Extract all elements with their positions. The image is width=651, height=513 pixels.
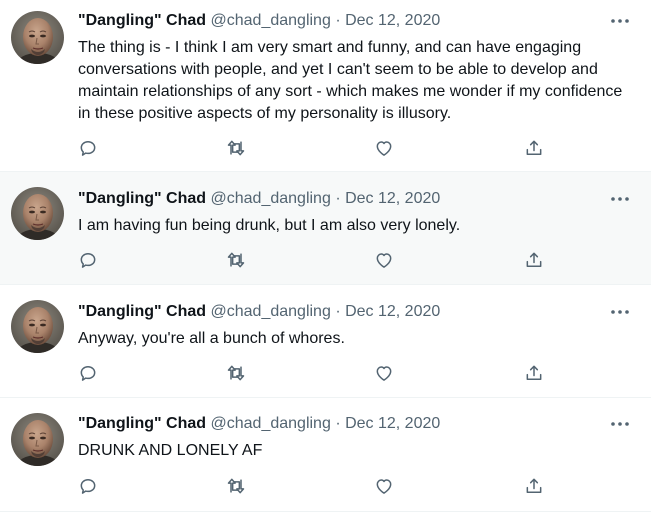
user-handle[interactable]: @chad_dangling bbox=[211, 415, 331, 432]
like-icon[interactable] bbox=[374, 250, 396, 272]
tweet-actions bbox=[78, 138, 548, 160]
user-handle[interactable]: @chad_dangling bbox=[211, 190, 331, 207]
reply-icon[interactable] bbox=[78, 250, 100, 272]
tweet-date[interactable]: Dec 12, 2020 bbox=[345, 12, 440, 29]
tweet-card[interactable]: "Dangling" Chad @chad_dangling · Dec 12,… bbox=[0, 398, 651, 512]
separator-dot: · bbox=[335, 12, 341, 29]
tweet-header: "Dangling" Chad @chad_dangling · Dec 12,… bbox=[78, 189, 440, 209]
display-name[interactable]: "Dangling" Chad bbox=[78, 415, 206, 432]
user-handle[interactable]: @chad_dangling bbox=[211, 12, 331, 29]
retweet-icon[interactable] bbox=[226, 138, 248, 160]
separator-dot: · bbox=[335, 303, 341, 320]
display-name[interactable]: "Dangling" Chad bbox=[78, 12, 206, 29]
tweet-text: The thing is - I think I am very smart a… bbox=[78, 39, 623, 122]
separator-dot: · bbox=[335, 415, 341, 432]
share-icon[interactable] bbox=[524, 138, 546, 160]
display-name[interactable]: "Dangling" Chad bbox=[78, 190, 206, 207]
tweet-header: "Dangling" Chad @chad_dangling · Dec 12,… bbox=[78, 414, 440, 434]
tweet-text: DRUNK AND LONELY AF bbox=[78, 442, 263, 459]
like-icon[interactable] bbox=[374, 476, 396, 498]
reply-icon[interactable] bbox=[78, 476, 100, 498]
like-icon[interactable] bbox=[374, 138, 396, 160]
retweet-icon[interactable] bbox=[226, 250, 248, 272]
avatar[interactable] bbox=[11, 11, 64, 64]
tweet-card[interactable]: "Dangling" Chad @chad_dangling · Dec 12,… bbox=[0, 172, 651, 285]
user-handle[interactable]: @chad_dangling bbox=[211, 303, 331, 320]
timeline-feed: "Dangling" Chad @chad_dangling · Dec 12,… bbox=[0, 0, 651, 512]
tweet-actions bbox=[78, 250, 548, 272]
tweet-text: Anyway, you're all a bunch of whores. bbox=[78, 330, 345, 347]
tweet-date[interactable]: Dec 12, 2020 bbox=[345, 190, 440, 207]
retweet-icon[interactable] bbox=[226, 476, 248, 498]
share-icon[interactable] bbox=[524, 476, 546, 498]
avatar[interactable] bbox=[11, 413, 64, 466]
tweet-text: I am having fun being drunk, but I am al… bbox=[78, 217, 461, 234]
more-icon[interactable] bbox=[609, 10, 631, 32]
reply-icon[interactable] bbox=[78, 363, 100, 385]
tweet-card[interactable]: "Dangling" Chad @chad_dangling · Dec 12,… bbox=[0, 285, 651, 398]
more-icon[interactable] bbox=[609, 301, 631, 323]
display-name[interactable]: "Dangling" Chad bbox=[78, 303, 206, 320]
more-icon[interactable] bbox=[609, 188, 631, 210]
tweet-date[interactable]: Dec 12, 2020 bbox=[345, 303, 440, 320]
tweet-card[interactable]: "Dangling" Chad @chad_dangling · Dec 12,… bbox=[0, 0, 651, 172]
more-icon[interactable] bbox=[609, 413, 631, 435]
like-icon[interactable] bbox=[374, 363, 396, 385]
avatar[interactable] bbox=[11, 187, 64, 240]
tweet-header: "Dangling" Chad @chad_dangling · Dec 12,… bbox=[78, 11, 440, 31]
tweet-actions bbox=[78, 363, 548, 385]
retweet-icon[interactable] bbox=[226, 363, 248, 385]
tweet-date[interactable]: Dec 12, 2020 bbox=[345, 415, 440, 432]
reply-icon[interactable] bbox=[78, 138, 100, 160]
tweet-header: "Dangling" Chad @chad_dangling · Dec 12,… bbox=[78, 302, 440, 322]
separator-dot: · bbox=[335, 190, 341, 207]
share-icon[interactable] bbox=[524, 363, 546, 385]
tweet-actions bbox=[78, 476, 548, 498]
share-icon[interactable] bbox=[524, 250, 546, 272]
avatar[interactable] bbox=[11, 300, 64, 353]
